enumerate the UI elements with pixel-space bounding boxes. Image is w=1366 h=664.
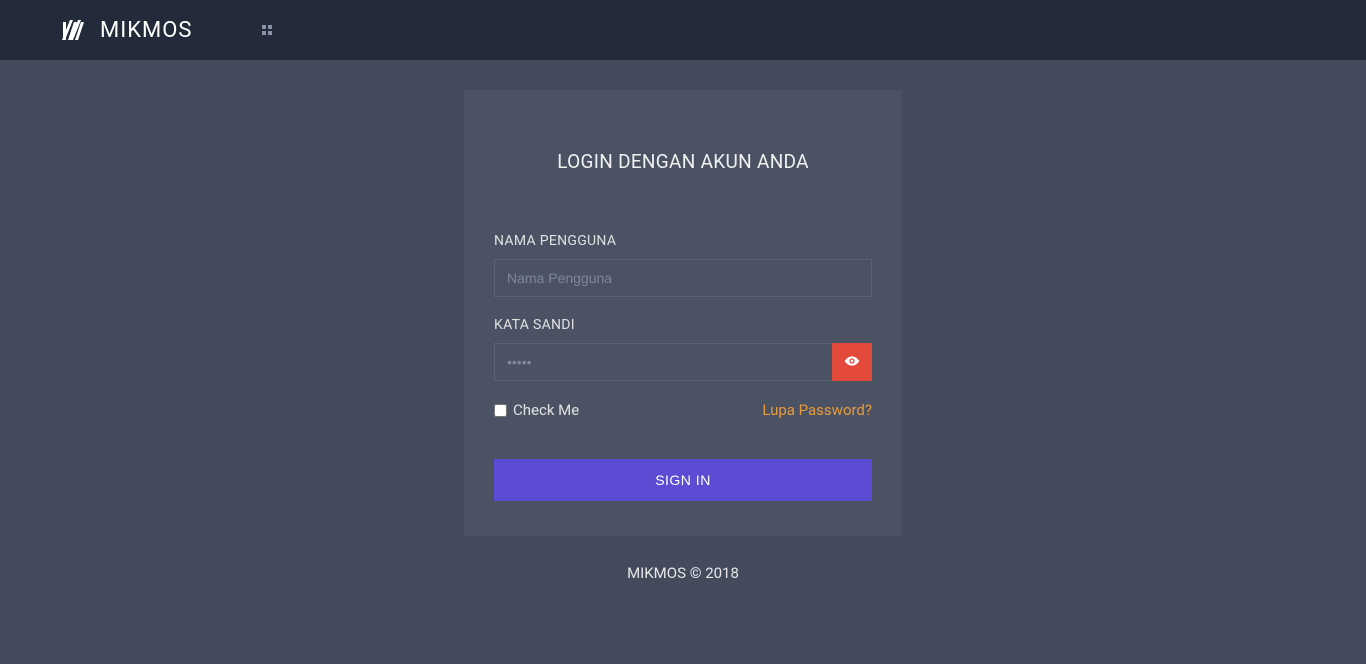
- forgot-password-link[interactable]: Lupa Password?: [762, 401, 872, 419]
- password-input-group: [494, 343, 872, 381]
- username-input[interactable]: [494, 259, 872, 297]
- main-content: LOGIN DENGAN AKUN ANDA NAMA PENGGUNA KAT…: [0, 60, 1366, 582]
- brand-logo[interactable]: MIKMOS: [60, 18, 192, 43]
- password-input[interactable]: [494, 343, 832, 381]
- login-title: LOGIN DENGAN AKUN ANDA: [494, 150, 872, 173]
- username-group: NAMA PENGGUNA: [494, 233, 872, 297]
- username-label: NAMA PENGGUNA: [494, 233, 872, 249]
- signin-button[interactable]: SIGN IN: [494, 459, 872, 501]
- password-group: KATA SANDI: [494, 317, 872, 381]
- logo-mark-icon: [60, 19, 92, 41]
- options-row: Check Me Lupa Password?: [494, 401, 872, 419]
- grid-icon: [262, 25, 272, 35]
- remember-checkbox[interactable]: [494, 404, 507, 417]
- footer-text: MIKMOS © 2018: [627, 564, 739, 582]
- grid-menu-icon[interactable]: [262, 25, 272, 35]
- toggle-password-button[interactable]: [832, 343, 872, 381]
- remember-checkbox-label[interactable]: Check Me: [513, 401, 579, 419]
- remember-checkbox-wrap: Check Me: [494, 401, 579, 419]
- eye-icon: [844, 353, 860, 372]
- password-label: KATA SANDI: [494, 317, 872, 333]
- brand-name: MIKMOS: [100, 18, 192, 43]
- top-header: MIKMOS: [0, 0, 1366, 60]
- login-card: LOGIN DENGAN AKUN ANDA NAMA PENGGUNA KAT…: [464, 90, 902, 536]
